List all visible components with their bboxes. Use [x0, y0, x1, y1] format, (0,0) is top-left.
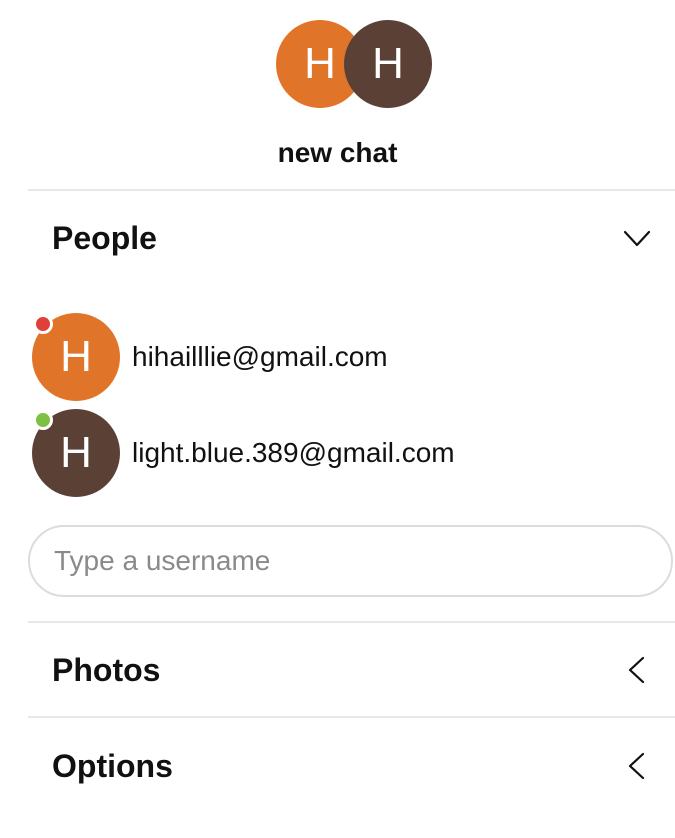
photos-section-header[interactable]: Photos [28, 640, 675, 700]
chevron-down-icon[interactable] [621, 222, 653, 254]
chevron-left-icon[interactable] [621, 654, 653, 686]
person-email: hihailllie@gmail.com [132, 341, 388, 372]
options-section-header[interactable]: Options [28, 736, 675, 796]
person-list-item[interactable]: H hihailllie@gmail.com [32, 313, 652, 401]
divider [28, 716, 675, 718]
person-list-item[interactable]: H light.blue.389@gmail.com [32, 409, 652, 497]
person-email: light.blue.389@gmail.com [132, 437, 455, 468]
photos-section-label: Photos [52, 652, 161, 688]
divider [28, 189, 675, 191]
divider [28, 621, 675, 623]
people-section-header[interactable]: People [28, 208, 675, 268]
username-input[interactable] [28, 525, 673, 597]
chat-title[interactable]: new chat [0, 134, 675, 172]
chat-header: H H new chat [0, 0, 675, 190]
people-section-label: People [52, 220, 157, 256]
status-dot-icon [33, 314, 53, 334]
header-avatar-2: H [344, 20, 432, 108]
status-dot-icon [33, 410, 53, 430]
chevron-left-icon[interactable] [621, 750, 653, 782]
options-section-label: Options [52, 748, 173, 784]
